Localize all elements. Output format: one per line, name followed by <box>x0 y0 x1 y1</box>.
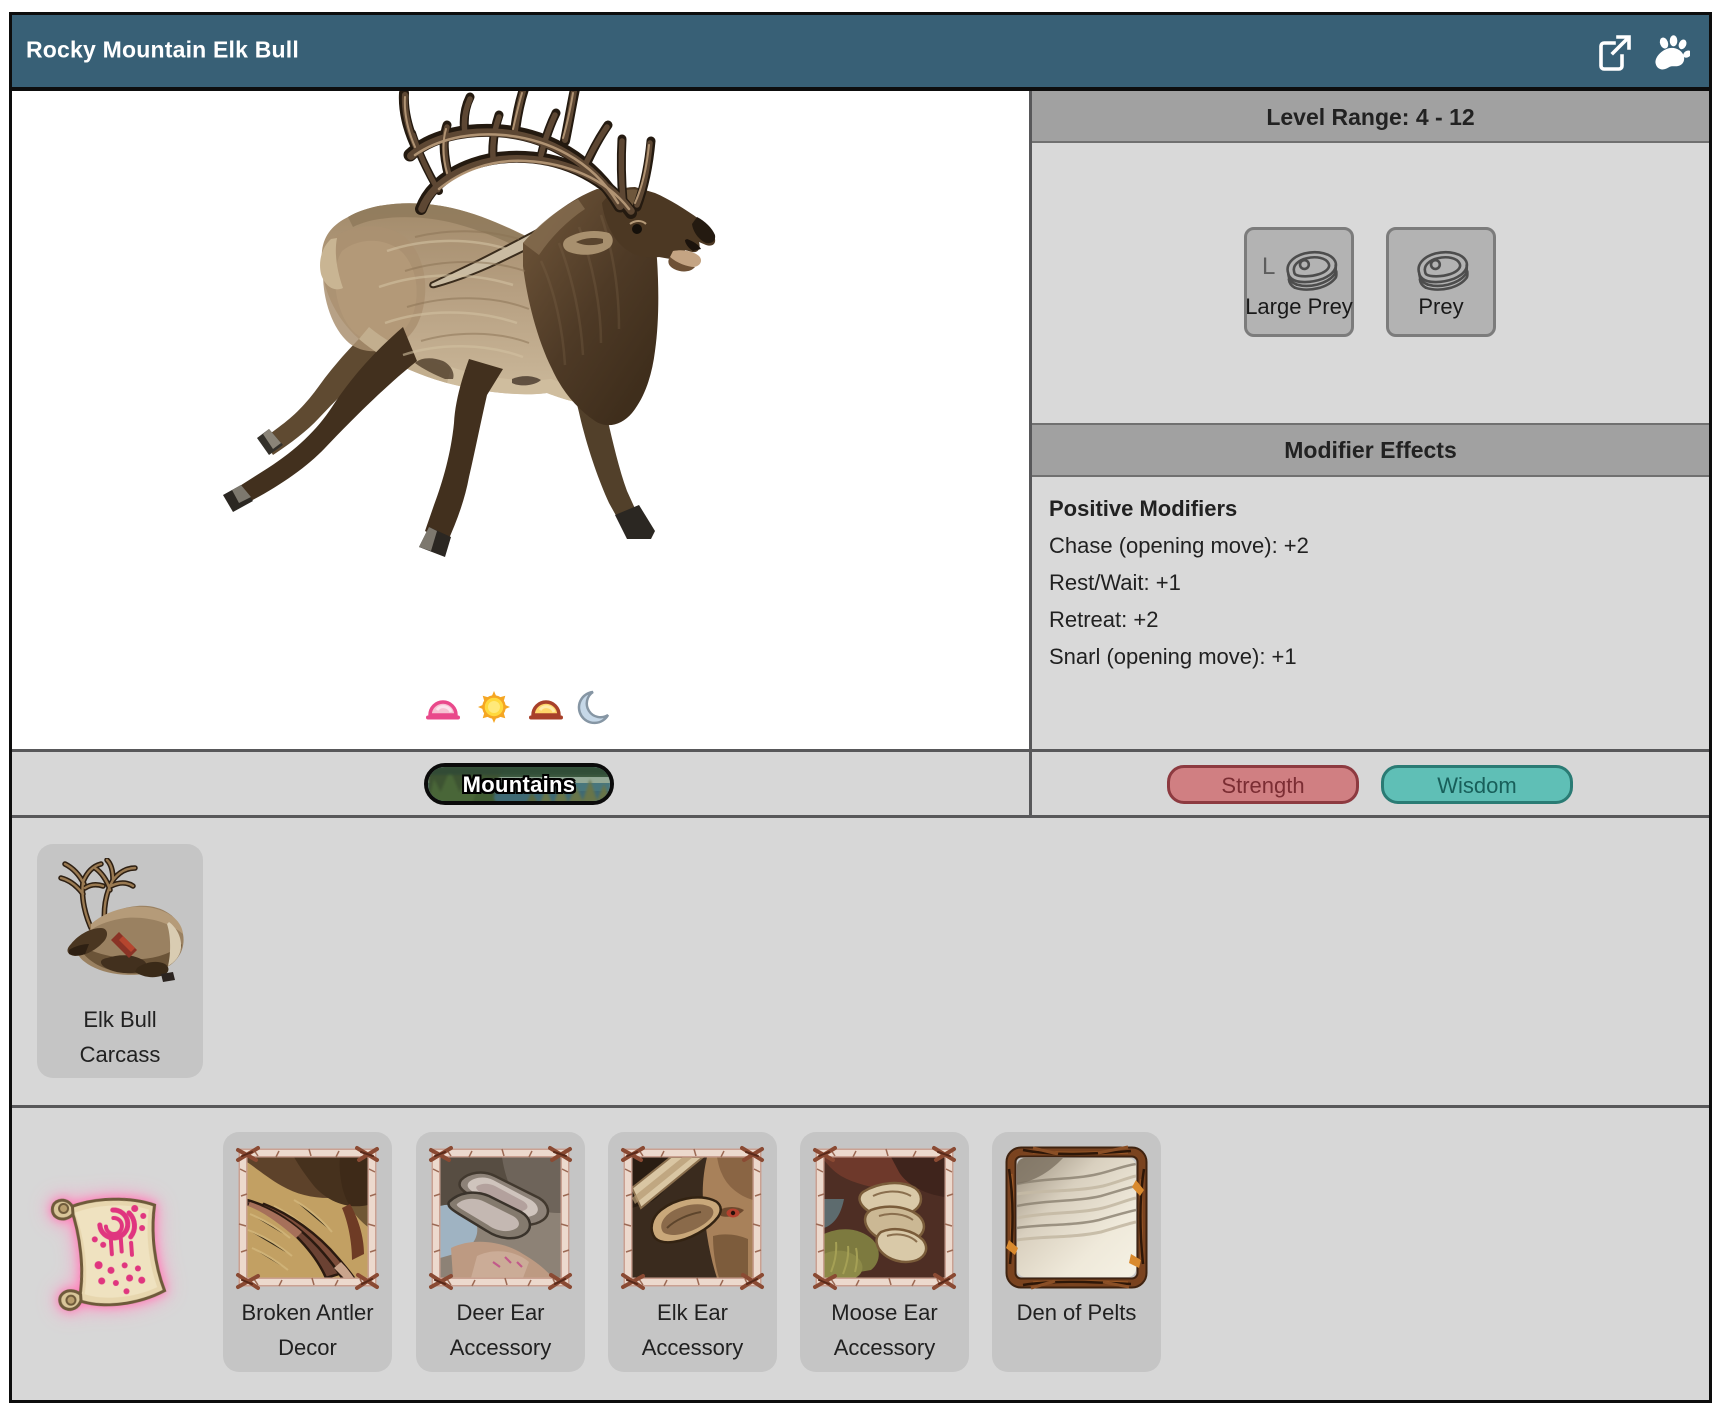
svg-text:L: L <box>1262 253 1275 280</box>
